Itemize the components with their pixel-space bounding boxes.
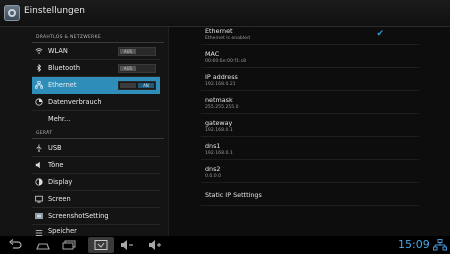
volume-up-icon[interactable]: [148, 239, 162, 251]
divider: [201, 136, 419, 137]
sidebar-item-label: WLAN: [48, 47, 68, 55]
storage-icon: [35, 230, 43, 236]
home-icon[interactable]: [36, 239, 50, 251]
sidebar-item-label: Display: [48, 178, 73, 186]
detail-value: 192.168.0.1: [205, 128, 233, 133]
display-icon: [35, 178, 43, 186]
sidebar-item-bluetooth[interactable]: Bluetooth AUS: [32, 60, 160, 77]
divider: [201, 67, 419, 68]
back-icon[interactable]: [8, 239, 22, 251]
sidebar-item-usb[interactable]: USB: [32, 140, 160, 157]
sidebar-item-label: Speicher: [48, 227, 77, 235]
screenshot-icon: [35, 212, 43, 220]
sidebar-item-more[interactable]: Mehr...: [32, 111, 160, 128]
wlan-toggle[interactable]: AUS: [118, 47, 156, 56]
divider: [201, 90, 419, 91]
sidebar-item-label: Screen: [48, 195, 71, 203]
window-title: Einstellungen: [24, 6, 86, 16]
ethernet-label: Ethernet: [205, 27, 233, 35]
sidebar-item-label: Töne: [48, 161, 64, 169]
static-ip-settings-link[interactable]: Static IP Setttings: [205, 191, 262, 199]
detail-value: 192.168.0.1: [205, 151, 233, 156]
settings-icon: [4, 5, 20, 21]
usb-icon: [36, 144, 42, 152]
title-bar: Einstellungen: [0, 0, 450, 27]
screenshot-icon[interactable]: [94, 239, 108, 251]
ethernet-detail-pane: Ethernet Ethernet is enabled ✔ MAC 00:60…: [168, 27, 450, 236]
ethernet-status-icon: [433, 239, 447, 251]
ethernet-check-icon[interactable]: ✔: [376, 29, 384, 39]
ethernet-icon: [35, 81, 43, 89]
toggle-off-label: AUS: [120, 49, 136, 54]
detail-mac: MAC 00:60:6e:00:f1:c8: [205, 50, 246, 64]
divider: [201, 205, 419, 206]
divider: [201, 159, 419, 160]
sidebar-item-label: USB: [48, 144, 62, 152]
toggle-on-label: AN: [138, 83, 154, 88]
sidebar-item-label: Mehr...: [48, 115, 71, 123]
sidebar-item-wlan[interactable]: WLAN AUS: [32, 43, 160, 60]
toggle-off-label: AUS: [120, 66, 136, 71]
detail-dns1: dns1 192.168.0.1: [205, 142, 233, 156]
detail-ip-address: IP address 192.168.0.21: [205, 73, 238, 87]
ethernet-toggle[interactable]: AN: [118, 81, 156, 90]
detail-key: netmask: [205, 96, 233, 104]
sidebar-item-label: Ethernet: [48, 81, 77, 89]
bluetooth-icon: [37, 64, 42, 72]
data-usage-icon: [35, 98, 43, 106]
wifi-icon: [35, 48, 43, 54]
sidebar-item-sounds[interactable]: Töne: [32, 157, 160, 174]
sidebar-item-ethernet[interactable]: Ethernet AN: [32, 77, 160, 94]
ethernet-status-item[interactable]: Ethernet Ethernet is enabled: [205, 27, 250, 41]
detail-netmask: netmask 255.255.255.0: [205, 96, 239, 110]
sidebar-item-screenshot-setting[interactable]: ScreenshotSetting: [32, 208, 160, 225]
system-navigation-bar: 15:09: [0, 236, 450, 254]
bluetooth-toggle[interactable]: AUS: [118, 64, 156, 73]
detail-value: 0.0.0.0: [205, 174, 222, 179]
detail-key: gateway: [205, 119, 233, 127]
sidebar-item-display[interactable]: Display: [32, 174, 160, 191]
toggle-track: [120, 83, 136, 88]
recent-apps-icon[interactable]: [62, 239, 76, 251]
sound-icon: [35, 161, 40, 169]
section-divider: [32, 138, 164, 139]
sidebar-item-data-usage[interactable]: Datenverbrauch: [32, 94, 160, 111]
section-header-wireless: DRAHTLOS & NETZWERKE: [36, 35, 101, 40]
detail-key: MAC: [205, 50, 220, 58]
divider: [201, 113, 419, 114]
detail-key: dns1: [205, 142, 221, 150]
detail-value: 00:60:6e:00:f1:c8: [205, 59, 247, 64]
divider: [201, 182, 419, 183]
divider: [201, 44, 419, 45]
sidebar-item-storage[interactable]: Speicher: [32, 225, 160, 236]
detail-key: IP address: [205, 73, 238, 81]
settings-sidebar: DRAHTLOS & NETZWERKE WLAN AUS Bluetooth …: [0, 27, 168, 236]
section-header-device: GERÄT: [36, 131, 53, 136]
detail-value: 255.255.255.0: [205, 105, 239, 110]
sidebar-item-screen[interactable]: Screen: [32, 191, 160, 208]
detail-key: dns2: [205, 165, 221, 173]
ethernet-status: Ethernet is enabled: [205, 36, 250, 41]
detail-gateway: gateway 192.168.0.1: [205, 119, 233, 133]
status-clock: 15:09: [398, 238, 430, 251]
detail-dns2: dns2 0.0.0.0: [205, 165, 221, 179]
sidebar-item-label: ScreenshotSetting: [48, 212, 109, 220]
detail-value: 192.168.0.21: [205, 82, 236, 87]
screen-icon: [35, 195, 43, 203]
sidebar-item-label: Bluetooth: [48, 64, 81, 72]
volume-down-icon[interactable]: [120, 239, 134, 251]
sidebar-item-label: Datenverbrauch: [48, 98, 102, 106]
